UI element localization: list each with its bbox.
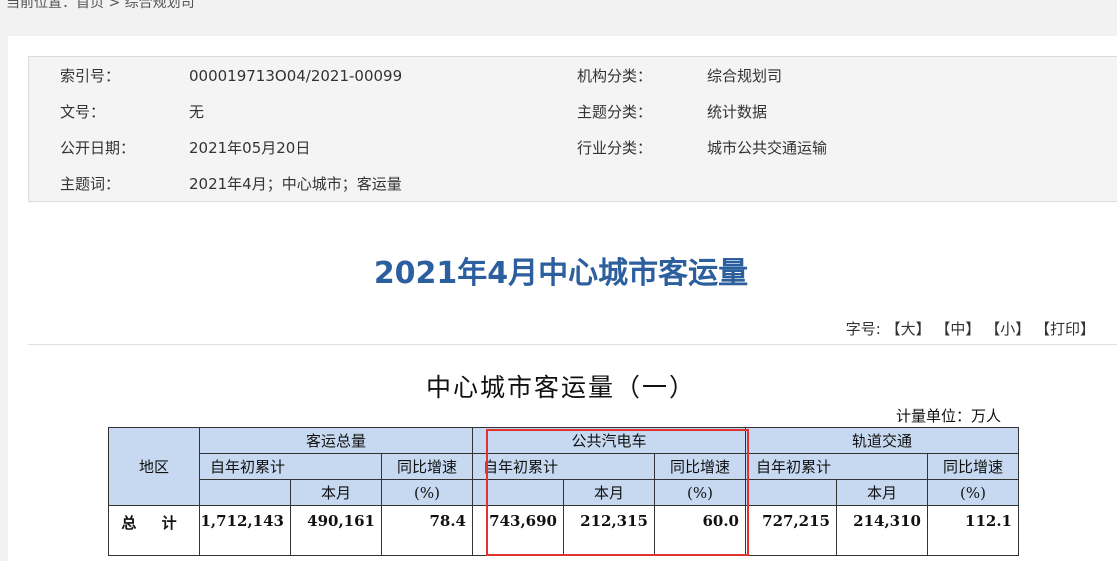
cell-bus-yoy: 60.0 (654, 505, 746, 556)
org-category-value: 综合规划司 (707, 67, 783, 85)
topic-category-label: 主题分类： (577, 103, 653, 121)
group-header-bus: 公共汽电车 (472, 427, 746, 454)
table-header-row-3: 本月 (%) 本月 (%) 本月 (%) (109, 479, 1019, 506)
breadcrumb: 当前位置：首页 > 综合规划司 (6, 0, 195, 12)
index-number-value: 000019713O04/2021-00099 (189, 67, 403, 85)
document-title: 2021年4月中心城市客运量 (373, 256, 749, 291)
cell-total-yoy: 78.4 (381, 505, 473, 556)
cell-rail-yoy: 112.1 (927, 505, 1019, 556)
breadcrumb-home-link[interactable]: 首页 (76, 0, 104, 11)
metadata-panel: 索引号： 000019713O04/2021-00099 机构分类： 综合规划司… (28, 56, 1117, 202)
publish-date-label: 公开日期： (60, 139, 136, 157)
yoy-unit: (%) (381, 479, 473, 506)
group-header-rail: 轨道交通 (745, 427, 1019, 454)
content-page: 索引号： 000019713O04/2021-00099 机构分类： 综合规划司… (8, 36, 1117, 561)
topic-category-value: 统计数据 (707, 103, 768, 121)
index-number-label: 索引号： (60, 67, 121, 85)
industry-category-label: 行业分类： (577, 139, 653, 157)
industry-category-value: 城市公共交通运输 (707, 139, 828, 157)
ytd-header: 自年初累计 (745, 453, 928, 480)
table-row: 总 计 1,712,143 490,161 78.4 743,690 212,3… (108, 505, 1019, 556)
cell-total-ytd: 1,712,143 (199, 505, 291, 556)
org-category-label: 机构分类： (577, 67, 653, 85)
keywords-label: 主题词： (60, 175, 121, 193)
font-large-button[interactable]: 【大】 (886, 320, 931, 338)
yoy-header: 同比增速 (654, 453, 746, 480)
keywords-value: 2021年4月；中心城市；客运量 (189, 175, 402, 193)
yoy-unit: (%) (927, 479, 1019, 506)
divider (28, 344, 1117, 345)
table-header-row-1: 地区 客运总量 公共汽电车 轨道交通 (108, 427, 1019, 506)
doc-number-value: 无 (189, 103, 205, 121)
unit-label: 计量单位：万人 (896, 407, 1002, 425)
breadcrumb-prefix: 当前位置： (6, 0, 76, 11)
cell-rail-ytd: 727,215 (745, 505, 837, 556)
font-medium-button[interactable]: 【中】 (935, 320, 980, 338)
print-button[interactable]: 【打印】 (1035, 320, 1095, 338)
ytd-header: 自年初累计 (472, 453, 655, 480)
region-header: 地区 (108, 427, 200, 506)
cell-total-month: 490,161 (290, 505, 382, 556)
passenger-volume-table: 地区 客运总量 公共汽电车 轨道交通 自年初累计 同比增速 自年初累计 同比增速… (108, 427, 1019, 556)
cell-rail-month: 214,310 (836, 505, 928, 556)
table-header-row-2: 自年初累计 同比增速 自年初累计 同比增速 自年初累计 同比增速 (109, 453, 1019, 480)
cell-bus-month: 212,315 (563, 505, 655, 556)
ytd-header-spacer (745, 479, 837, 506)
publish-date-value: 2021年05月20日 (189, 139, 311, 157)
yoy-unit: (%) (654, 479, 746, 506)
month-header: 本月 (290, 479, 382, 506)
breadcrumb-current-link[interactable]: 综合规划司 (125, 0, 195, 11)
ytd-header-spacer (472, 479, 564, 506)
row-region: 总 计 (108, 505, 200, 556)
font-size-label: 字号: (845, 320, 881, 338)
month-header: 本月 (836, 479, 928, 506)
ytd-header-spacer (199, 479, 291, 506)
font-size-controls: 字号: 【大】 【中】 【小】 【打印】 (846, 318, 1095, 339)
ytd-header: 自年初累计 (199, 453, 382, 480)
month-header: 本月 (563, 479, 655, 506)
yoy-header: 同比增速 (927, 453, 1019, 480)
cell-bus-ytd: 743,690 (472, 505, 564, 556)
font-small-button[interactable]: 【小】 (985, 320, 1030, 338)
doc-number-label: 文号： (60, 103, 106, 121)
group-header-total: 客运总量 (199, 427, 473, 454)
breadcrumb-separator: > (104, 0, 125, 11)
yoy-header: 同比增速 (381, 453, 473, 480)
table-title: 中心城市客运量（一） (425, 373, 696, 402)
